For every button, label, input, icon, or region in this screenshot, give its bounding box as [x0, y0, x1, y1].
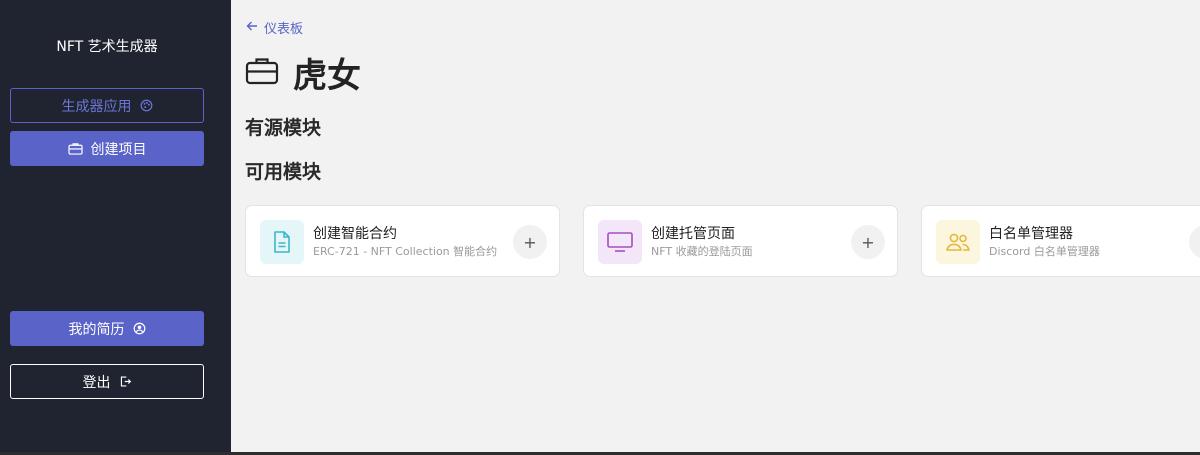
monitor-icon — [598, 220, 642, 264]
card-subtitle: Discord 白名单管理器 — [989, 245, 1100, 258]
card-title: 创建托管页面 — [651, 226, 735, 242]
module-card-smart-contract[interactable]: 创建智能合约 ERC-721 - NFT Collection 智能合约 + — [245, 205, 560, 277]
card-subtitle: NFT 收藏的登陆页面 — [651, 245, 753, 258]
page-title-text: 虎女 — [293, 56, 361, 96]
arrow-left-icon — [246, 20, 258, 36]
logout-icon — [119, 375, 132, 388]
card-title: 白名单管理器 — [989, 226, 1073, 242]
users-icon — [936, 220, 980, 264]
generator-app-button[interactable]: 生成器应用 — [10, 88, 204, 123]
create-project-label: 创建项目 — [90, 141, 147, 158]
back-to-dashboard-link[interactable]: 仪表板 — [246, 18, 303, 37]
create-project-button[interactable]: 创建项目 — [10, 131, 204, 166]
logout-label: 登出 — [82, 374, 111, 391]
sidebar: NFT 艺术生成器 生成器应用 创建项目 我的简历 登出 — [0, 0, 231, 455]
active-modules-heading: 有源模块 — [245, 117, 322, 139]
module-card-hosted-page[interactable]: 创建托管页面 NFT 收藏的登陆页面 + — [583, 205, 898, 277]
card-title: 创建智能合约 — [313, 226, 397, 242]
brand-title: NFT 艺术生成器 — [56, 39, 158, 55]
palette-icon — [140, 99, 153, 112]
add-module-button[interactable]: + — [1189, 225, 1200, 259]
main-content: 仪表板 虎女 有源模块 可用模块 创建智能合约 ERC-721 - NFT Co… — [231, 0, 1200, 455]
add-module-button[interactable]: + — [513, 225, 547, 259]
briefcase-icon — [245, 56, 279, 90]
back-label: 仪表板 — [264, 22, 304, 37]
briefcase-icon — [67, 142, 83, 155]
user-circle-icon — [133, 322, 146, 335]
add-module-button[interactable]: + — [851, 225, 885, 259]
my-profile-label: 我的简历 — [68, 321, 125, 338]
logout-button[interactable]: 登出 — [10, 364, 204, 399]
available-modules-heading: 可用模块 — [245, 161, 322, 183]
card-subtitle: ERC-721 - NFT Collection 智能合约 — [313, 245, 498, 258]
page-title: 虎女 — [245, 48, 361, 97]
generator-app-label: 生成器应用 — [61, 98, 132, 115]
my-profile-button[interactable]: 我的简历 — [10, 311, 204, 346]
document-icon — [260, 220, 304, 264]
module-card-whitelist-manager[interactable]: 白名单管理器 Discord 白名单管理器 + — [921, 205, 1200, 277]
